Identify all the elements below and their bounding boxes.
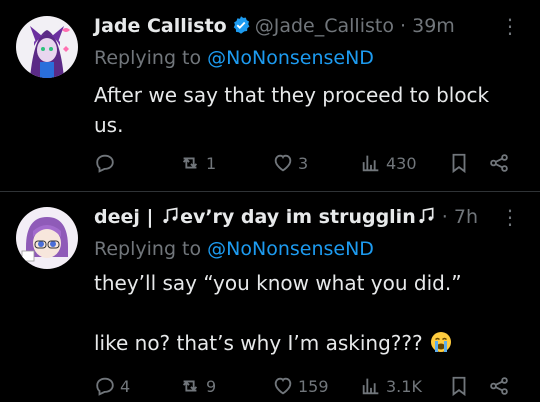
retweet-count: 9 bbox=[206, 376, 217, 396]
tweet-text: After we say that they proceed to block … bbox=[94, 83, 490, 137]
divider bbox=[0, 191, 540, 192]
avatar[interactable] bbox=[16, 207, 78, 269]
share-button[interactable] bbox=[488, 150, 510, 176]
replying-to: Replying to @NoNonsenseND bbox=[94, 237, 374, 261]
like-button[interactable]: 159 bbox=[272, 373, 329, 399]
display-name-part: ev’ry day im strugglin bbox=[180, 206, 416, 228]
tweet-text-line: like no? that’s why I’m asking??? bbox=[94, 328, 516, 362]
share-icon bbox=[490, 377, 508, 395]
replying-prefix: Replying to bbox=[94, 238, 208, 260]
reply-count: 4 bbox=[120, 376, 131, 396]
views-icon bbox=[362, 378, 379, 395]
tweet-text: they’ll say “you know what you did.” lik… bbox=[94, 268, 516, 362]
retweet-icon bbox=[182, 157, 198, 169]
reply-button[interactable]: 4 bbox=[94, 373, 130, 399]
tweet-text-line: they’ll say “you know what you did.” bbox=[94, 271, 462, 295]
reply-icon bbox=[96, 154, 114, 173]
handle[interactable]: @Jade_Callisto bbox=[255, 15, 394, 37]
share-button[interactable] bbox=[488, 373, 510, 399]
mention-link[interactable]: @NoNonsenseND bbox=[207, 47, 374, 69]
more-options-icon[interactable]: ⋮ bbox=[500, 14, 520, 38]
action-bar: 4 9 159 3.1K bbox=[94, 373, 520, 399]
views-count: 430 bbox=[386, 153, 417, 173]
tweet-header: deej | ev’ry day im strugglin · 7h ⋮ bbox=[94, 205, 520, 229]
bookmark-button[interactable] bbox=[448, 150, 470, 176]
tweet[interactable]: deej | ev’ry day im strugglin · 7h ⋮ Rep… bbox=[0, 193, 540, 402]
loudly-crying-face-icon bbox=[429, 330, 453, 362]
mention-link[interactable]: @NoNonsenseND bbox=[207, 238, 374, 260]
heart-icon bbox=[274, 377, 292, 395]
action-bar: 1 3 430 bbox=[94, 150, 520, 176]
separator: · bbox=[400, 15, 407, 37]
replying-to: Replying to @NoNonsenseND bbox=[94, 46, 374, 70]
display-name-part: deej | bbox=[94, 206, 161, 228]
views-count: 3.1K bbox=[386, 376, 422, 396]
views-button[interactable]: 430 bbox=[360, 150, 417, 176]
separator: · bbox=[441, 206, 448, 228]
views-icon bbox=[362, 155, 379, 172]
reply-icon bbox=[96, 377, 114, 396]
retweet-button[interactable]: 1 bbox=[178, 150, 216, 176]
bookmark-icon bbox=[452, 153, 466, 174]
heart-icon bbox=[274, 154, 292, 172]
replying-prefix: Replying to bbox=[94, 47, 208, 69]
retweet-icon bbox=[182, 380, 198, 392]
musical-notes-icon bbox=[416, 206, 436, 232]
reply-button[interactable] bbox=[94, 150, 120, 176]
retweet-count: 1 bbox=[206, 153, 217, 173]
display-name[interactable]: deej | ev’ry day im strugglin bbox=[94, 206, 436, 228]
like-count: 159 bbox=[298, 376, 329, 396]
tweet[interactable]: Jade Callisto @Jade_Callisto · 39m ⋮ Repl… bbox=[0, 0, 540, 192]
views-button[interactable]: 3.1K bbox=[360, 373, 422, 399]
timestamp[interactable]: 39m bbox=[412, 15, 455, 37]
tweet-header: Jade Callisto @Jade_Callisto · 39m ⋮ bbox=[94, 14, 520, 38]
musical-notes-icon bbox=[160, 206, 180, 232]
retweet-button[interactable]: 9 bbox=[178, 373, 216, 399]
share-icon bbox=[490, 154, 508, 172]
more-options-icon[interactable]: ⋮ bbox=[500, 205, 520, 229]
tweet-text-fragment: like no? that’s why I’m asking??? bbox=[94, 331, 423, 355]
avatar[interactable] bbox=[16, 16, 78, 78]
like-count: 3 bbox=[298, 153, 309, 173]
like-button[interactable]: 3 bbox=[272, 150, 308, 176]
bookmark-icon bbox=[452, 376, 466, 397]
display-name[interactable]: Jade Callisto bbox=[94, 15, 227, 37]
bookmark-button[interactable] bbox=[448, 373, 470, 399]
verified-badge-icon[interactable] bbox=[231, 15, 251, 41]
timestamp[interactable]: 7h bbox=[454, 206, 478, 228]
